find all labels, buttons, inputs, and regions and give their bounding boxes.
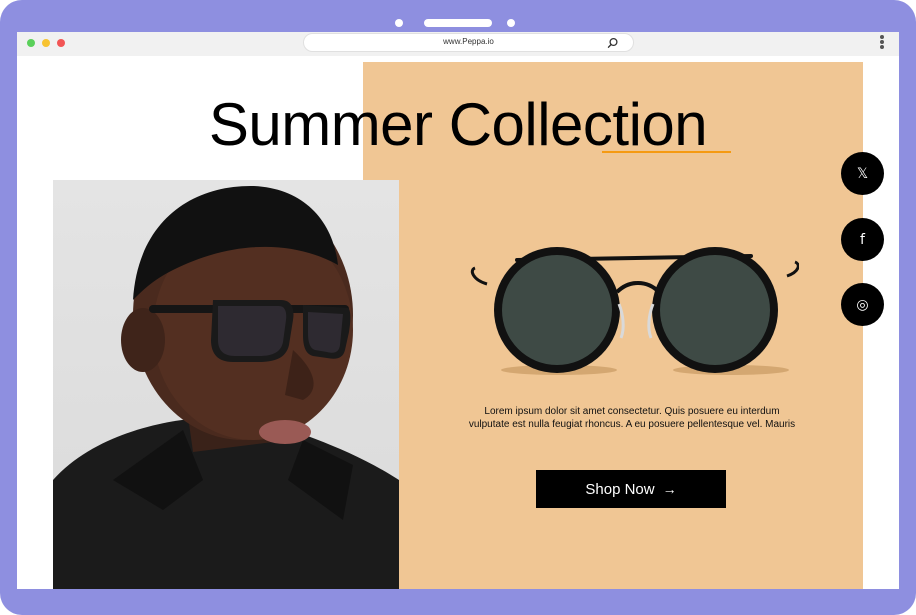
arrow-right-icon: → xyxy=(662,481,677,497)
camera-dot xyxy=(395,19,403,27)
device-frame: www.Peppa.io Summer Collection Lorem ips… xyxy=(0,0,916,615)
maximize-dot[interactable] xyxy=(27,39,35,47)
title-underline xyxy=(602,151,731,153)
page-content: Summer Collection Lorem ipsum dolor sit … xyxy=(17,56,899,589)
description-line-1: Lorem ipsum dolor sit amet consectetur. … xyxy=(484,406,780,417)
instagram-button[interactable]: ◎ xyxy=(841,283,884,326)
x-twitter-icon: 𝕏 xyxy=(856,165,869,182)
model-photo xyxy=(53,180,399,589)
camera-dot xyxy=(507,19,515,27)
product-description: Lorem ipsum dolor sit amet consectetur. … xyxy=(437,405,827,431)
instagram-icon: ◎ xyxy=(856,296,869,313)
facebook-button[interactable]: f xyxy=(841,218,884,261)
shop-now-label: Shop Now xyxy=(585,480,655,498)
minimize-dot[interactable] xyxy=(42,39,50,47)
browser-window: www.Peppa.io Summer Collection Lorem ips… xyxy=(17,32,899,589)
kebab-menu-icon[interactable] xyxy=(879,35,885,51)
shop-now-button[interactable]: Shop Now → xyxy=(536,470,726,508)
browser-toolbar: www.Peppa.io xyxy=(17,32,899,56)
page-title: Summer Collection xyxy=(208,91,708,158)
address-bar[interactable]: www.Peppa.io xyxy=(303,33,634,52)
description-line-2: vulputate est nulla feugiat rhoncus. A e… xyxy=(468,419,796,430)
search-icon[interactable] xyxy=(607,37,619,49)
close-dot[interactable] xyxy=(57,39,65,47)
camera-pill xyxy=(424,19,492,27)
sunglasses-product-image xyxy=(470,247,799,375)
url-text: www.Peppa.io xyxy=(443,37,494,46)
facebook-icon: f xyxy=(860,231,865,248)
x-twitter-button[interactable]: 𝕏 xyxy=(841,152,884,195)
